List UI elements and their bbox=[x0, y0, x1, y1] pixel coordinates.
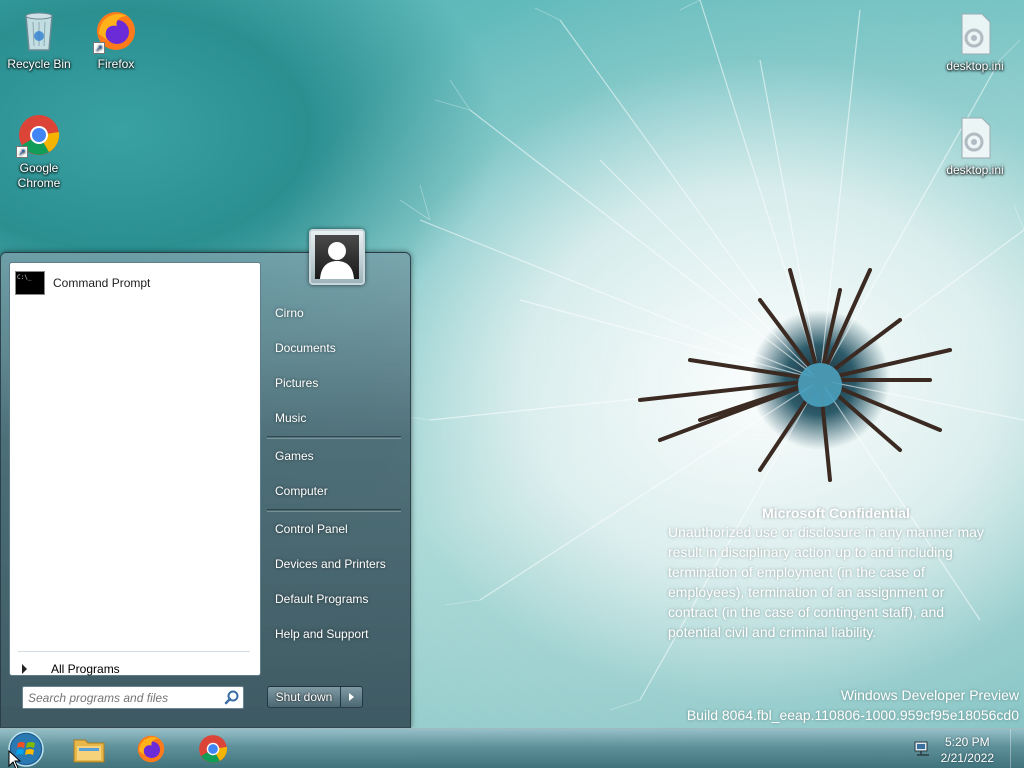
clock-date: 2/21/2022 bbox=[940, 751, 994, 765]
taskbar-firefox[interactable] bbox=[125, 731, 177, 767]
search-box[interactable] bbox=[22, 686, 244, 709]
show-desktop-button[interactable] bbox=[1010, 729, 1024, 768]
taskbar-file-explorer[interactable] bbox=[63, 731, 115, 767]
start-item-control-panel[interactable]: Control Panel bbox=[267, 512, 407, 547]
clock-time: 5:20 PM bbox=[944, 735, 990, 749]
confidential-line: result in disciplinary action up to and … bbox=[668, 544, 953, 560]
all-programs-button[interactable]: All Programs bbox=[18, 651, 250, 685]
start-item-computer[interactable]: Computer bbox=[267, 474, 407, 509]
start-menu-programs-pane: C:\_ Command Prompt All Programs bbox=[9, 262, 261, 676]
chevron-right-icon bbox=[22, 663, 27, 674]
user-picture[interactable] bbox=[309, 229, 365, 285]
desktop-icon-recycle-bin[interactable]: Recycle Bin bbox=[2, 8, 76, 72]
start-item-devices-and-printers[interactable]: Devices and Printers bbox=[267, 547, 407, 582]
file-explorer-icon bbox=[73, 739, 105, 763]
start-item-help-and-support[interactable]: Help and Support bbox=[267, 617, 407, 652]
program-label: Command Prompt bbox=[53, 276, 151, 290]
start-item-documents[interactable]: Documents bbox=[267, 331, 407, 366]
ini-file-icon bbox=[952, 114, 998, 160]
taskbar-clock[interactable]: 5:20 PM 2/21/2022 bbox=[941, 734, 994, 766]
start-item-user-folder[interactable]: Cirno bbox=[267, 296, 407, 331]
all-programs-label: All Programs bbox=[51, 661, 120, 676]
desktop-icon-label: Recycle Bin bbox=[7, 57, 71, 71]
desktop-icon-label: desktop.ini bbox=[946, 163, 1004, 177]
taskbar: 5:20 PM 2/21/2022 bbox=[0, 728, 1024, 768]
firefox-icon bbox=[137, 735, 165, 763]
ini-file-icon bbox=[952, 10, 998, 56]
confidential-line: potential civil and criminal liability. bbox=[668, 624, 877, 640]
chrome-icon bbox=[199, 735, 228, 763]
desktop-icon-google-chrome[interactable]: ↗ Google Chrome bbox=[2, 112, 76, 191]
start-item-pictures[interactable]: Pictures bbox=[267, 366, 407, 401]
firefox-icon: ↗ bbox=[93, 8, 139, 54]
desktop-icon-label: Firefox bbox=[97, 57, 135, 71]
start-menu: C:\_ Command Prompt All Programs Cirno D… bbox=[0, 229, 411, 728]
start-item-default-programs[interactable]: Default Programs bbox=[267, 582, 407, 617]
command-prompt-icon: C:\_ bbox=[15, 271, 45, 295]
chrome-icon: ↗ bbox=[16, 112, 62, 158]
recycle-bin-icon bbox=[16, 8, 62, 54]
start-menu-places-pane: Cirno Documents Pictures Music Games Com… bbox=[267, 296, 407, 652]
taskbar-chrome[interactable] bbox=[187, 731, 239, 767]
desktop-icon-firefox[interactable]: ↗ Firefox bbox=[79, 8, 153, 72]
shutdown-button[interactable]: Shut down bbox=[267, 686, 341, 708]
confidential-line: employees), termination of an assignment… bbox=[668, 584, 945, 600]
build-watermark: Windows Developer Preview Build 8064.fbl… bbox=[687, 685, 1019, 725]
confidential-notice: Microsoft Confidential Unauthorized use … bbox=[668, 505, 1018, 642]
start-item-games[interactable]: Games bbox=[267, 439, 407, 474]
user-avatar-icon bbox=[315, 235, 359, 279]
desktop-icon-desktop-ini-2[interactable]: desktop.ini bbox=[938, 114, 1012, 178]
build-edition: Windows Developer Preview bbox=[840, 687, 1019, 703]
search-input[interactable] bbox=[23, 687, 221, 708]
search-icon[interactable] bbox=[221, 688, 243, 708]
program-command-prompt[interactable]: C:\_ Command Prompt bbox=[10, 265, 260, 301]
shutdown-options-arrow-icon[interactable] bbox=[341, 686, 363, 708]
confidential-body: Unauthorized use or disclosure in any ma… bbox=[668, 522, 1018, 642]
confidential-heading: Microsoft Confidential bbox=[762, 505, 910, 521]
shutdown-group: Shut down bbox=[267, 686, 363, 708]
confidential-line: contract (in the case of contingent staf… bbox=[668, 604, 945, 620]
desktop-icon-label: desktop.ini bbox=[946, 59, 1004, 73]
mouse-cursor-icon bbox=[8, 750, 22, 768]
network-icon[interactable] bbox=[913, 739, 933, 759]
desktop-icon-desktop-ini-1[interactable]: desktop.ini bbox=[938, 10, 1012, 74]
confidential-line: Unauthorized use or disclosure in any ma… bbox=[668, 524, 984, 540]
build-number: Build 8064.fbl_eeap.110806-1000.959cf95e… bbox=[686, 707, 1019, 723]
confidential-line: termination of employment (in the case o… bbox=[668, 564, 925, 580]
start-item-music[interactable]: Music bbox=[267, 401, 407, 436]
desktop-icon-label: Google Chrome bbox=[17, 161, 61, 190]
